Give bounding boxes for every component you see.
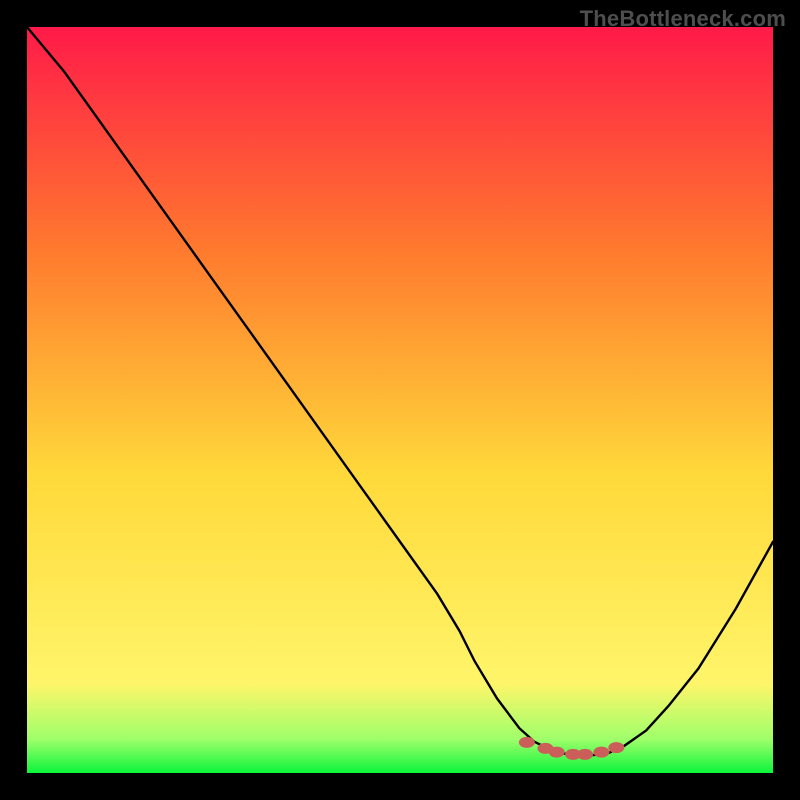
gradient-background xyxy=(27,27,773,773)
sweet-spot-dot xyxy=(519,737,535,748)
sweet-spot-dot xyxy=(577,749,593,760)
sweet-spot-dot xyxy=(549,747,565,758)
watermark-text: TheBottleneck.com xyxy=(580,6,786,32)
chart-container: TheBottleneck.com xyxy=(0,0,800,800)
plot-area xyxy=(27,27,773,773)
plot-svg xyxy=(27,27,773,773)
sweet-spot-dot xyxy=(593,747,609,758)
sweet-spot-dot xyxy=(608,742,624,753)
